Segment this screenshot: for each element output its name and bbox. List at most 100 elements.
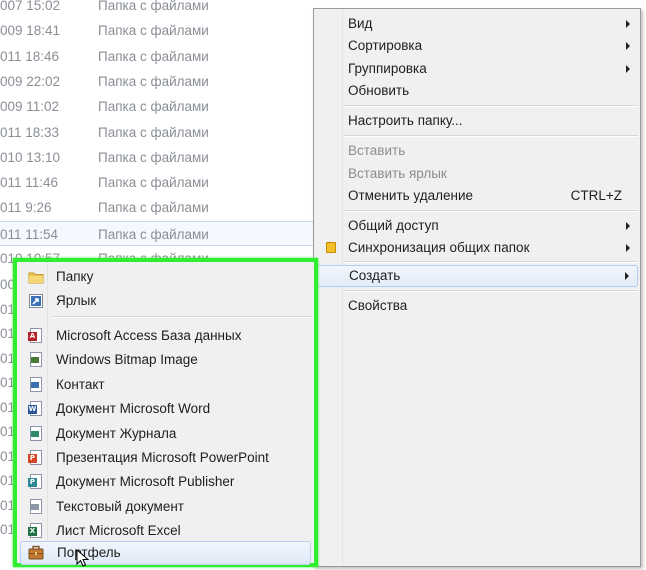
file-row[interactable]: 009 18:41 Папка с файлами xyxy=(0,18,330,43)
submenu-arrow-icon xyxy=(626,20,630,28)
file-type: Папка с файлами xyxy=(98,175,209,191)
sync-icon xyxy=(326,242,336,253)
file-row[interactable]: 009 11:02 Папка с файлами xyxy=(0,94,330,119)
menu-item-label: Вид xyxy=(348,16,373,31)
file-row[interactable]: 011 9:26 Папка с файлами xyxy=(0,195,330,220)
menu-item-label: Отменить удаление xyxy=(348,188,474,203)
word-doc-icon: W xyxy=(28,401,44,417)
new-document-item[interactable]: Контакт xyxy=(20,373,311,397)
publisher-icon: P xyxy=(28,474,44,490)
menu-item-view[interactable]: Вид xyxy=(316,13,638,35)
keyboard-shortcut: CTRL+Z xyxy=(570,188,622,203)
menu-item-label: Обновить xyxy=(348,83,410,98)
file-type: Папка с файлами xyxy=(98,124,209,140)
submenu-item-label: Лист Microsoft Excel xyxy=(56,523,181,539)
new-briefcase-item[interactable]: Портфель xyxy=(20,541,311,565)
menu-separator xyxy=(344,290,638,292)
new-folder-item[interactable]: Папку xyxy=(20,265,311,289)
menu-item-paste: Вставить xyxy=(316,140,638,162)
menu-item-undo-delete[interactable]: Отменить удаление CTRL+Z xyxy=(316,185,638,207)
menu-item-label: Синхронизация общих папок xyxy=(348,240,530,255)
file-date: 011 18:33 xyxy=(0,124,60,140)
excel-icon: X xyxy=(28,523,44,539)
menu-item-label: Настроить папку... xyxy=(348,113,463,128)
menu-item-properties[interactable]: Свойства xyxy=(316,295,638,317)
file-row[interactable]: 007 15:02 Папка с файлами xyxy=(0,0,330,18)
file-date: 009 18:41 xyxy=(0,23,61,39)
menu-item-share[interactable]: Общий доступ xyxy=(316,215,638,237)
menu-item-label: Свойства xyxy=(348,298,408,313)
menu-item-label: Вставить ярлык xyxy=(348,166,447,181)
menu-item-sync-folders[interactable]: Синхронизация общих папок xyxy=(316,237,638,259)
access-db-icon: A xyxy=(28,328,44,344)
briefcase-icon xyxy=(28,545,44,561)
menu-separator xyxy=(344,135,638,137)
menu-item-label: Общий доступ xyxy=(348,218,439,233)
submenu-item-label: Документ Журнала xyxy=(56,425,177,441)
journal-doc-icon xyxy=(28,425,44,442)
file-row[interactable]: 011 18:33 Папка с файлами xyxy=(0,120,330,145)
file-date: 011 11:54 xyxy=(0,226,59,242)
contact-card-icon xyxy=(28,376,44,393)
new-document-item[interactable]: A Microsoft Access База данных xyxy=(20,324,311,348)
submenu-separator xyxy=(51,316,311,318)
file-row[interactable]: 011 11:46 Папка с файлами xyxy=(0,170,330,195)
bitmap-image-icon xyxy=(28,352,44,368)
submenu-item-label: Презентация Microsoft PowerPoint xyxy=(56,450,269,465)
submenu-arrow-icon xyxy=(626,65,630,73)
file-row[interactable]: 010 13:10 Папка с файлами xyxy=(0,145,330,170)
new-shortcut-item[interactable]: Ярлык xyxy=(20,289,311,313)
file-type: Папка с файлами xyxy=(98,73,209,89)
file-date: 009 11:02 xyxy=(0,99,60,115)
new-document-item[interactable]: Текстовый документ xyxy=(20,495,311,519)
file-type: Папка с файлами xyxy=(98,149,209,165)
submenu-item-label: Контакт xyxy=(56,376,105,392)
menu-item-sort[interactable]: Сортировка xyxy=(316,35,638,57)
new-document-item[interactable]: X Лист Microsoft Excel xyxy=(20,519,311,543)
new-document-item[interactable]: Документ Журнала xyxy=(20,422,311,446)
menu-item-label: Вставить xyxy=(348,143,406,158)
submenu-item-label: Документ Microsoft Publisher xyxy=(56,474,235,490)
menu-item-create[interactable]: Создать xyxy=(316,265,638,287)
new-document-item[interactable]: Windows Bitmap Image xyxy=(20,348,311,372)
menu-item-label: Группировка xyxy=(348,61,427,76)
submenu-arrow-icon xyxy=(626,42,630,50)
text-doc-icon xyxy=(28,498,44,515)
powerpoint-icon: P xyxy=(28,450,44,466)
submenu-item-label: Документ Microsoft Word xyxy=(56,401,211,417)
new-document-item[interactable]: P Документ Microsoft Publisher xyxy=(20,470,311,494)
context-menu: Вид Сортировка Группировка Обновить Наст… xyxy=(313,8,641,567)
submenu-item-label: Папку xyxy=(56,269,94,284)
submenu-item-label: Ярлык xyxy=(56,293,97,308)
shortcut-icon xyxy=(28,293,44,309)
submenu-item-label: Microsoft Access База данных xyxy=(56,328,242,343)
submenu-arrow-icon xyxy=(626,244,630,252)
file-date: 007 15:02 xyxy=(0,0,61,13)
new-item-submenu: Папку Ярлык A Microsoft Access База данны… xyxy=(13,258,318,567)
menu-item-group[interactable]: Группировка xyxy=(316,58,638,80)
menu-separator xyxy=(344,105,638,107)
file-row[interactable]: 011 11:54 Папка с файлами xyxy=(0,220,330,246)
menu-separator xyxy=(344,261,638,263)
file-date: 011 9:26 xyxy=(0,200,52,216)
file-type: Папка с файлами xyxy=(98,99,209,115)
menu-item-customize-folder[interactable]: Настроить папку... xyxy=(316,110,638,132)
file-row[interactable]: 009 22:02 Папка с файлами xyxy=(0,69,330,94)
submenu-item-label: Windows Bitmap Image xyxy=(56,352,198,368)
file-type: Папка с файлами xyxy=(98,0,209,13)
menu-separator xyxy=(344,210,638,212)
file-date: 009 22:02 xyxy=(0,73,61,89)
menu-item-label: Создать xyxy=(349,268,401,283)
menu-item-label: Сортировка xyxy=(348,38,423,53)
new-document-item[interactable]: W Документ Microsoft Word xyxy=(20,397,311,421)
folder-icon xyxy=(28,269,44,285)
new-document-item[interactable]: P Презентация Microsoft PowerPoint xyxy=(20,446,311,470)
file-type: Папка с файлами xyxy=(98,48,209,64)
file-row[interactable]: 011 18:46 Папка с файлами xyxy=(0,44,330,69)
file-type: Папка с файлами xyxy=(98,200,209,216)
file-date: 010 13:10 xyxy=(0,149,61,165)
file-type: Папка с файлами xyxy=(98,226,209,242)
menu-item-paste-shortcut: Вставить ярлык xyxy=(316,163,638,185)
menu-item-refresh[interactable]: Обновить xyxy=(316,80,638,102)
submenu-arrow-icon xyxy=(626,222,630,230)
